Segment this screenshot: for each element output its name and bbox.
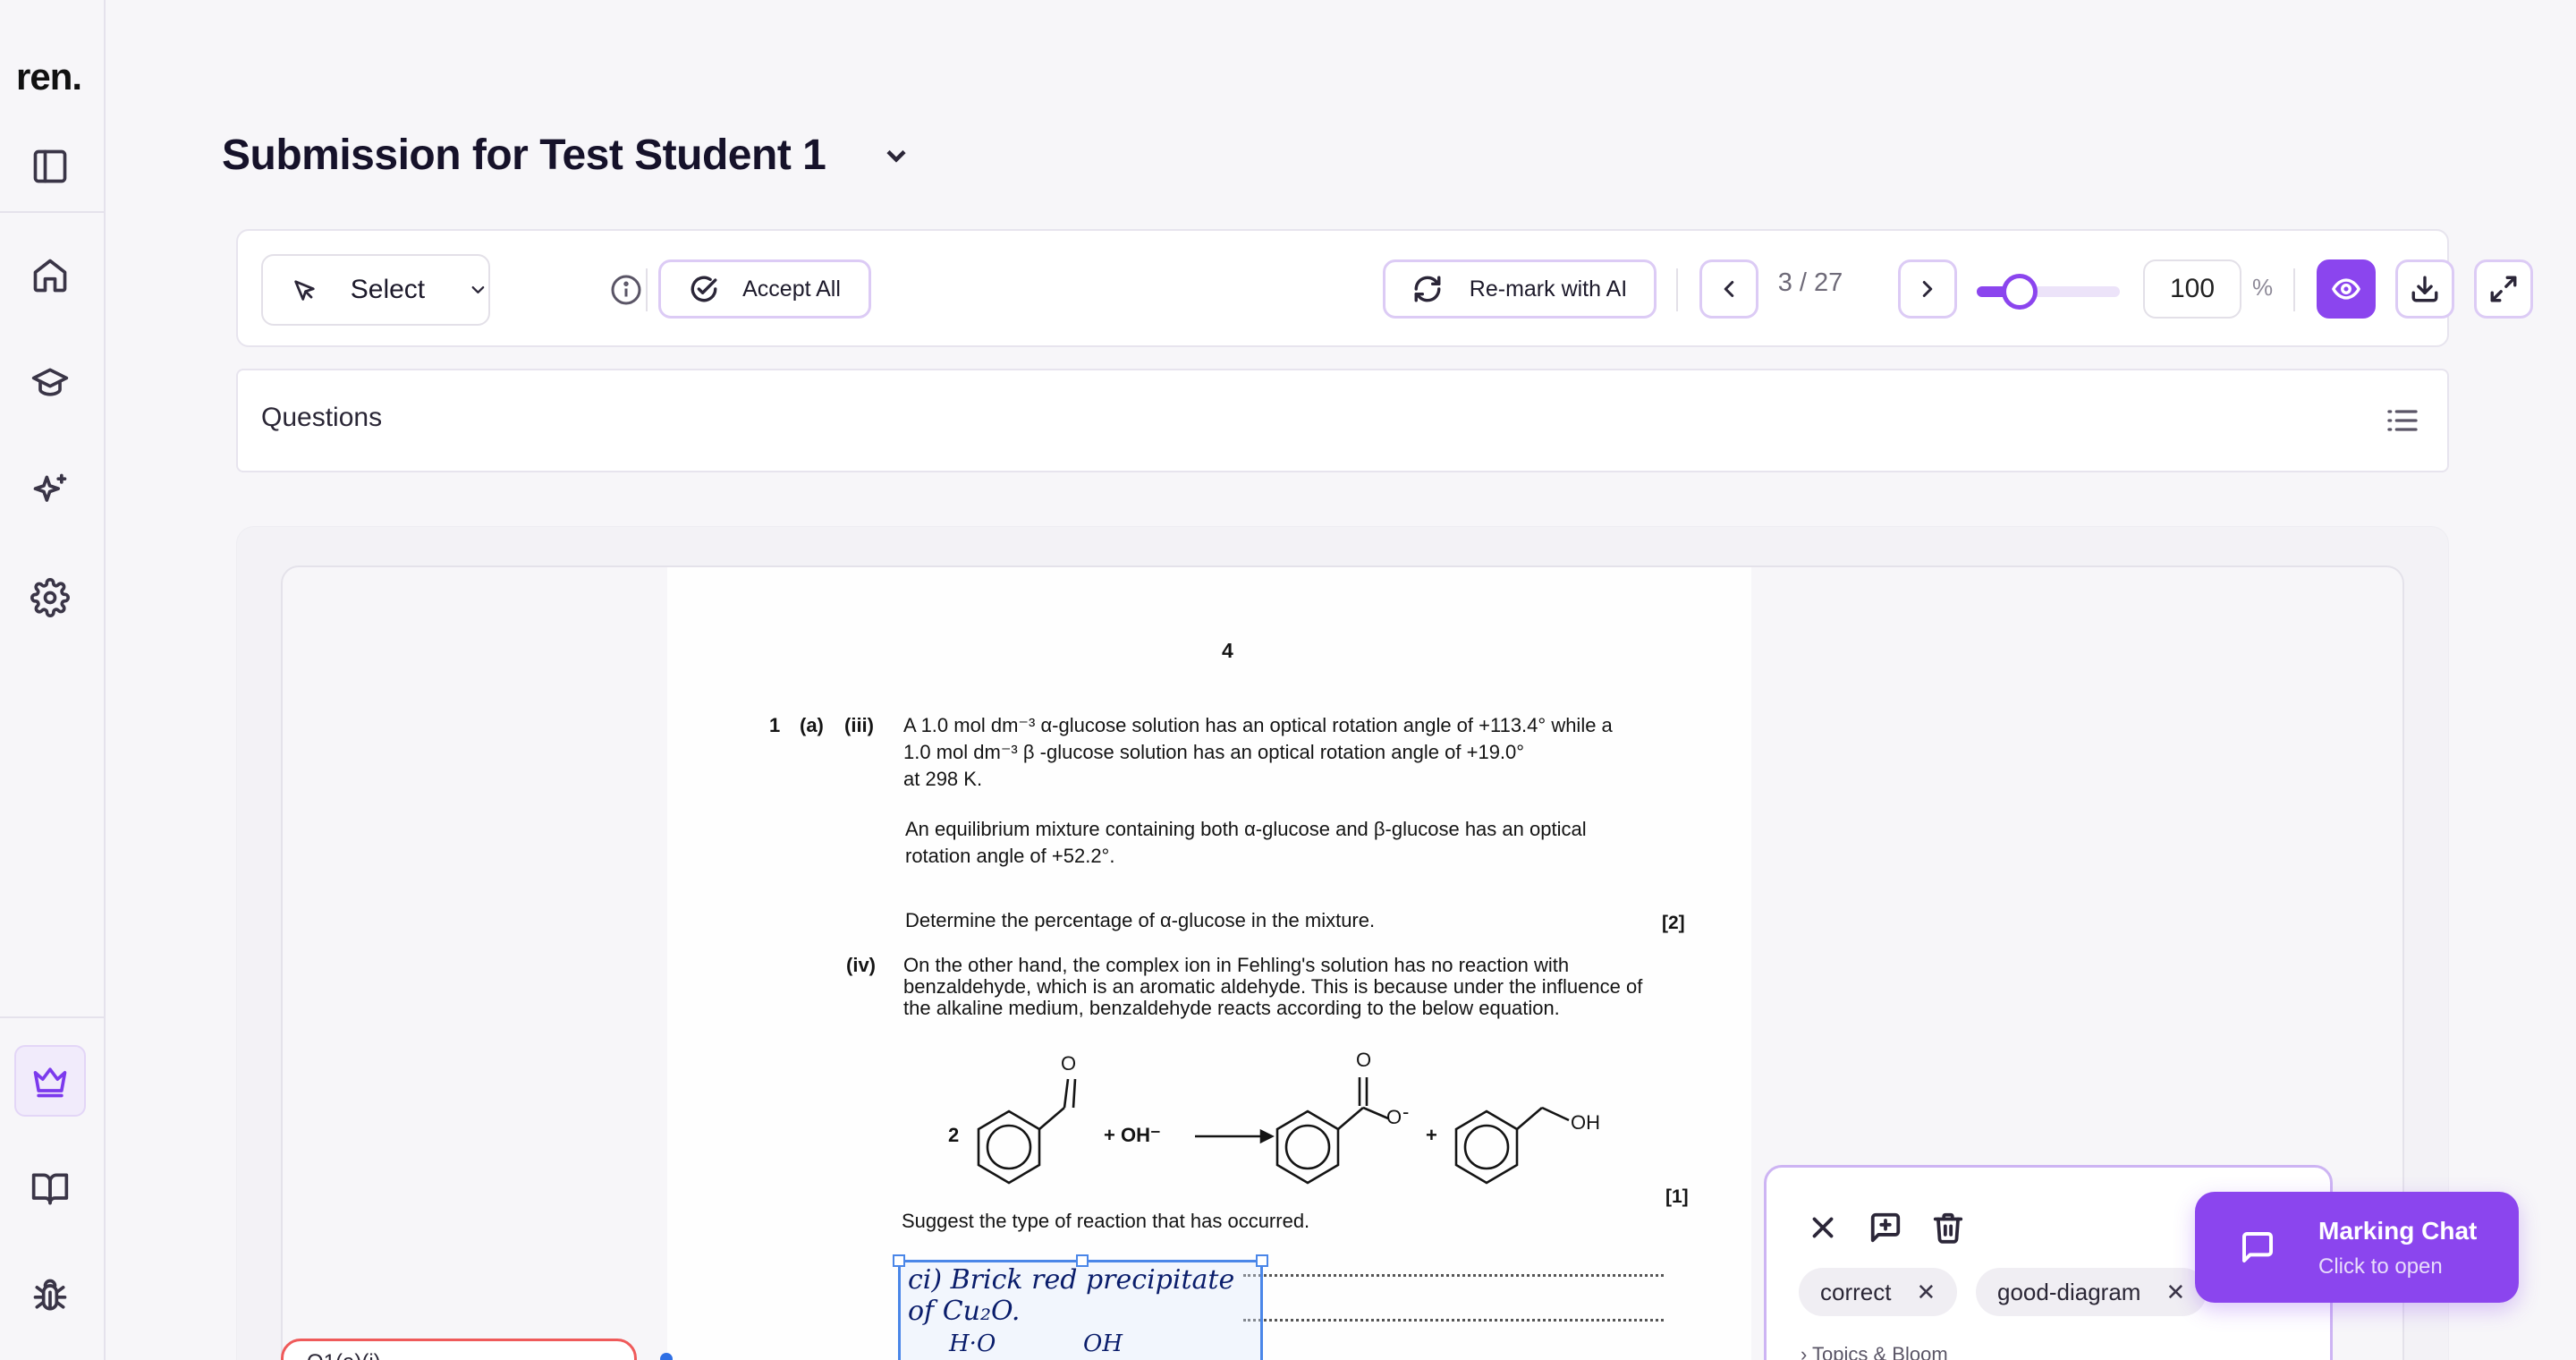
- sidebar-item-courses[interactable]: [23, 356, 77, 410]
- answer-region-selection[interactable]: ci) Brick red precipitate of Cu₂O. H·O O…: [893, 1254, 1268, 1360]
- questions-panel[interactable]: Questions: [236, 369, 2449, 472]
- chevron-right-icon: [1922, 281, 1933, 297]
- zoom-input[interactable]: 100: [2143, 259, 2241, 319]
- toolbar-divider: [646, 268, 648, 311]
- toolbar-divider: [2293, 268, 2295, 311]
- trash-icon[interactable]: [1931, 1211, 1965, 1245]
- answer-line: [1243, 1319, 1664, 1322]
- submission-switcher-button[interactable]: [880, 140, 912, 172]
- topics-bloom-toggle[interactable]: › Topics & Bloom: [1801, 1343, 1948, 1360]
- add-comment-icon[interactable]: [1868, 1211, 1902, 1245]
- remark-with-ai-label: Re-mark with AI: [1469, 276, 1628, 302]
- remove-tag-icon[interactable]: ✕: [1916, 1279, 1936, 1306]
- zoom-unit: %: [2252, 274, 2274, 301]
- sidebar-item-ai[interactable]: [23, 463, 77, 517]
- zoom-slider[interactable]: [1977, 274, 2120, 310]
- toggle-sidebar-button[interactable]: [23, 140, 77, 193]
- message-square-icon: [2240, 1229, 2275, 1270]
- tag-chip: good-diagram ✕: [1976, 1268, 2207, 1316]
- toggle-annotations-button[interactable]: [2317, 259, 2376, 319]
- sidebar-divider: [0, 211, 106, 213]
- refresh-icon: [1414, 276, 1441, 302]
- region-anchor[interactable]: [660, 1353, 673, 1360]
- crown-icon: [33, 1067, 67, 1098]
- marking-chat-button[interactable]: Marking Chat Click to open: [2195, 1192, 2519, 1303]
- chevron-right-icon: ›: [1801, 1343, 1808, 1360]
- accept-all-label: Accept All: [742, 276, 841, 302]
- answer-line: [1243, 1274, 1664, 1277]
- fullscreen-button[interactable]: [2474, 259, 2533, 319]
- download-button[interactable]: [2395, 259, 2454, 319]
- toolbar-divider: [1676, 268, 1678, 311]
- bug-icon: [33, 1279, 67, 1311]
- home-icon: [33, 259, 67, 293]
- marks-label: [1]: [1665, 1186, 1689, 1207]
- marking-chat-title: Marking Chat: [2318, 1217, 2478, 1245]
- panel-left-icon: [33, 149, 67, 183]
- chevron-left-icon: [1724, 281, 1734, 297]
- check-circle-icon: [691, 276, 717, 302]
- close-icon[interactable]: [1806, 1211, 1840, 1245]
- question-text: Suggest the type of reaction that has oc…: [902, 1210, 1310, 1232]
- select-tool-label: Select: [350, 275, 426, 304]
- zoom-slider-thumb[interactable]: [2002, 274, 2038, 310]
- sidebar-item-library[interactable]: [23, 1161, 77, 1215]
- graduation-cap-icon: [31, 368, 69, 396]
- remove-tag-icon[interactable]: ✕: [2165, 1279, 2185, 1306]
- sparkles-icon: [33, 473, 67, 502]
- page-title: Submission for Test Student 1: [222, 132, 826, 179]
- handwritten-answer: H·O: [949, 1330, 996, 1357]
- chevron-down-icon: [886, 149, 906, 163]
- sidebar-item-premium[interactable]: [14, 1045, 86, 1117]
- list-icon[interactable]: [2385, 403, 2420, 443]
- remark-with-ai-button[interactable]: Re-mark with AI: [1383, 259, 1657, 319]
- gear-icon: [30, 578, 70, 617]
- next-page-button[interactable]: [1898, 259, 1957, 319]
- marking-toolbar: Select Accept All Re-mark with AI 3 / 27…: [236, 229, 2533, 347]
- handwritten-answer: ci) Brick red precipitate of Cu₂O.: [908, 1264, 1235, 1327]
- tag-chip: correct ✕: [1799, 1268, 1958, 1316]
- cursor-icon: [294, 280, 315, 301]
- marking-chat-subtitle: Click to open: [2318, 1254, 2443, 1279]
- questions-label: Questions: [261, 403, 383, 432]
- topics-bloom-label: Topics & Bloom: [1812, 1343, 1948, 1360]
- question-region-tag[interactable]: Q1(a)(i): [281, 1339, 637, 1360]
- sidebar-item-settings[interactable]: [23, 571, 77, 625]
- chemical-equation-diagram: [977, 1077, 1570, 1185]
- sidebar: ren.: [0, 0, 106, 1360]
- page-indicator: 3 / 27: [1777, 268, 1843, 297]
- exam-page: 4 1 (a) (iii) A 1.0 mol dm⁻³ α-glucose s…: [667, 567, 1751, 1360]
- sidebar-divider: [0, 1016, 106, 1018]
- select-tool-dropdown[interactable]: Select: [261, 254, 490, 326]
- resize-handle[interactable]: [893, 1254, 905, 1267]
- tag-label: good-diagram: [1997, 1278, 2141, 1305]
- info-icon[interactable]: [610, 274, 642, 306]
- main-area: Submission for Test Student 1 Select Acc…: [106, 0, 2576, 1360]
- eye-icon: [2332, 278, 2360, 300]
- accept-all-button[interactable]: Accept All: [658, 259, 871, 319]
- sidebar-item-bug-report[interactable]: [23, 1269, 77, 1322]
- expand-icon: [2490, 276, 2517, 302]
- sidebar-item-home[interactable]: [23, 249, 77, 302]
- tag-label: correct: [1820, 1278, 1892, 1305]
- download-icon: [2411, 276, 2438, 302]
- chevron-down-icon: [471, 285, 485, 294]
- previous-page-button[interactable]: [1699, 259, 1758, 319]
- book-open-icon: [31, 1173, 69, 1205]
- app-logo[interactable]: ren.: [16, 55, 82, 98]
- handwritten-answer: OH: [1083, 1330, 1123, 1357]
